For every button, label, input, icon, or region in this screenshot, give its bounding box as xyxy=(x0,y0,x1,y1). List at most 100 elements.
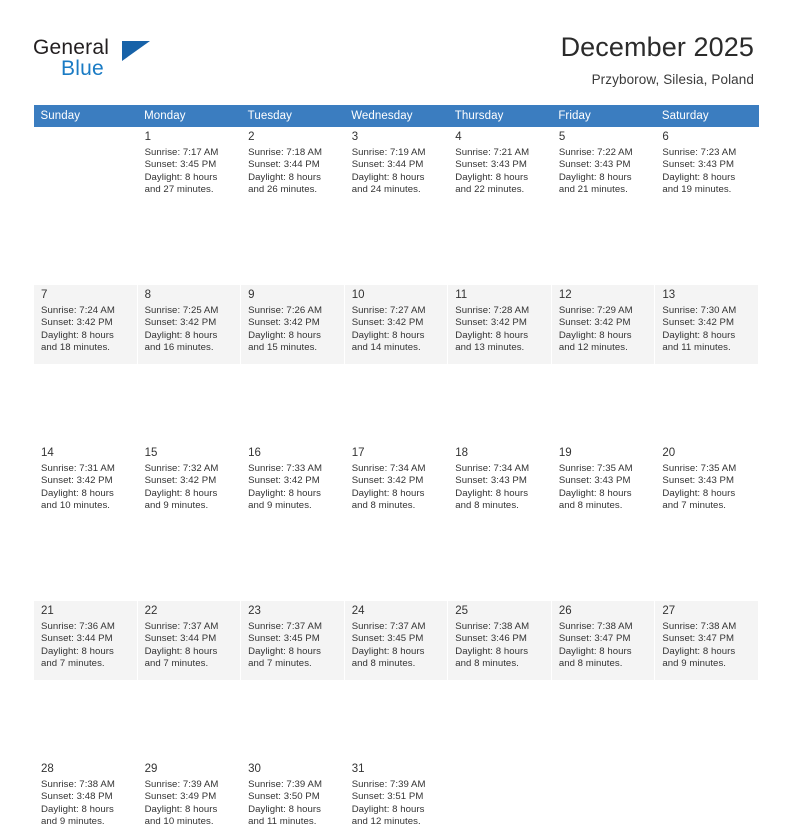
calendar-day-cell[interactable]: 17 Sunrise: 7:34 AM Sunset: 3:42 PM Dayligh… xyxy=(343,443,449,522)
sunset-text: Sunset: 3:42 PM xyxy=(558,317,631,329)
calendar-day-cell[interactable]: 23 Sunrise: 7:37 AM Sunset: 3:45 PM Dayligh… xyxy=(240,601,345,680)
calendar-day-cell[interactable]: 15 Sunrise: 7:32 AM Sunset: 3:42 PM Dayligh… xyxy=(136,443,242,522)
sunrise-text: Sunrise: 7:35 AM xyxy=(662,463,737,474)
calendar-day-cell[interactable]: 24 Sunrise: 7:37 AM Sunset: 3:45 PM Dayligh… xyxy=(343,601,449,680)
weekday-header-thursday: Thursday xyxy=(447,105,552,127)
sunset-text: Sunset: 3:47 PM xyxy=(662,633,735,645)
day-sun-info: Sunrise: 7:32 AM Sunset: 3:42 PM Daylight:… xyxy=(145,463,236,512)
calendar-day-cell[interactable]: 22 Sunrise: 7:37 AM Sunset: 3:44 PM Dayligh… xyxy=(136,601,242,680)
daylight-text-line1: Daylight: 8 hours xyxy=(41,645,114,657)
sunrise-text: Sunrise: 7:38 AM xyxy=(662,621,737,632)
day-sun-info: Sunrise: 7:38 AM Sunset: 3:46 PM Daylight:… xyxy=(455,621,546,670)
daylight-text-line2: and 22 minutes. xyxy=(455,183,525,195)
day-cell-inner: 10 Sunrise: 7:27 AM Sunset: 3:42 PM Dayligh… xyxy=(345,285,448,364)
week-separator-line xyxy=(33,522,759,601)
calendar-day-cell[interactable]: 11 Sunrise: 7:28 AM Sunset: 3:42 PM Dayligh… xyxy=(447,285,552,364)
daylight-text-line1: Daylight: 8 hours xyxy=(558,171,632,183)
day-sun-info: Sunrise: 7:27 AM Sunset: 3:42 PM Daylight:… xyxy=(352,305,443,354)
calendar-day-cell[interactable]: 19 Sunrise: 7:35 AM Sunset: 3:43 PM Dayligh… xyxy=(550,443,656,522)
daylight-text-line1: Daylight: 8 hours xyxy=(351,329,425,341)
calendar-day-cell[interactable]: 4 Sunrise: 7:21 AM Sunset: 3:43 PM Daylight… xyxy=(447,127,552,206)
day-number: 18 xyxy=(455,447,469,459)
daylight-text-line1: Daylight: 8 hours xyxy=(662,487,736,499)
day-cell-inner: 21 Sunrise: 7:36 AM Sunset: 3:44 PM Dayligh… xyxy=(34,601,137,680)
calendar-day-cell[interactable]: 31 Sunrise: 7:39 AM Sunset: 3:51 PM Dayligh… xyxy=(343,759,449,838)
calendar-day-cell[interactable]: 14 Sunrise: 7:31 AM Sunset: 3:42 PM Dayligh… xyxy=(33,443,138,522)
day-number: 15 xyxy=(144,447,158,459)
calendar-day-cell[interactable]: 29 Sunrise: 7:39 AM Sunset: 3:49 PM Dayligh… xyxy=(136,759,242,838)
calendar-day-cell[interactable]: 2 Sunrise: 7:18 AM Sunset: 3:44 PM Daylight… xyxy=(240,127,345,206)
day-cell-inner: 4 Sunrise: 7:21 AM Sunset: 3:43 PM Daylight… xyxy=(448,127,551,206)
brand-name-blue: Blue xyxy=(61,57,104,80)
calendar-day-cell[interactable]: 5 Sunrise: 7:22 AM Sunset: 3:43 PM Daylight… xyxy=(550,127,656,206)
calendar-day-cell[interactable]: 8 Sunrise: 7:25 AM Sunset: 3:42 PM Daylight… xyxy=(136,285,242,364)
weekday-header-sunday: Sunday xyxy=(33,105,138,127)
daylight-text-line1: Daylight: 8 hours xyxy=(144,329,218,341)
day-sun-info: Sunrise: 7:37 AM Sunset: 3:45 PM Daylight:… xyxy=(352,621,443,670)
sunrise-text: Sunrise: 7:32 AM xyxy=(144,463,219,474)
daylight-text-line1: Daylight: 8 hours xyxy=(144,487,218,499)
day-number: 1 xyxy=(144,131,151,143)
day-number: 2 xyxy=(248,131,255,143)
weekday-header-friday: Friday xyxy=(551,105,655,127)
sunrise-text: Sunrise: 7:27 AM xyxy=(351,305,426,316)
sunset-text: Sunset: 3:45 PM xyxy=(351,633,424,645)
calendar-day-cell[interactable]: 7 Sunrise: 7:24 AM Sunset: 3:42 PM Daylight… xyxy=(33,285,138,364)
day-cell-inner xyxy=(552,759,655,838)
daylight-text-line1: Daylight: 8 hours xyxy=(558,487,632,499)
day-sun-info: Sunrise: 7:36 AM Sunset: 3:44 PM Daylight:… xyxy=(41,621,132,670)
sunset-text: Sunset: 3:42 PM xyxy=(662,317,735,329)
day-sun-info: Sunrise: 7:34 AM Sunset: 3:43 PM Daylight:… xyxy=(455,463,546,512)
week-separator-line xyxy=(33,680,759,759)
sunset-text: Sunset: 3:45 PM xyxy=(144,159,217,171)
page-title: December 2025 xyxy=(560,32,754,62)
day-sun-info: Sunrise: 7:22 AM Sunset: 3:43 PM Daylight:… xyxy=(559,147,650,196)
day-sun-info: Sunrise: 7:35 AM Sunset: 3:43 PM Daylight:… xyxy=(662,463,753,512)
daylight-text-line2: and 7 minutes. xyxy=(248,657,312,669)
day-cell-inner: 24 Sunrise: 7:37 AM Sunset: 3:45 PM Dayligh… xyxy=(345,601,448,680)
daylight-text-line1: Daylight: 8 hours xyxy=(248,645,321,657)
calendar-day-cell[interactable]: 10 Sunrise: 7:27 AM Sunset: 3:42 PM Dayligh… xyxy=(343,285,449,364)
day-cell-inner: 11 Sunrise: 7:28 AM Sunset: 3:42 PM Dayligh… xyxy=(448,285,551,364)
week-separator-line xyxy=(33,206,759,285)
calendar-day-cell[interactable]: 6 Sunrise: 7:23 AM Sunset: 3:43 PM Daylight… xyxy=(654,127,759,206)
calendar-day-cell[interactable]: 26 Sunrise: 7:38 AM Sunset: 3:47 PM Dayligh… xyxy=(550,601,656,680)
day-cell-inner: 22 Sunrise: 7:37 AM Sunset: 3:44 PM Dayligh… xyxy=(138,601,241,680)
calendar-empty-cell xyxy=(550,759,656,838)
day-cell-inner: 1 Sunrise: 7:17 AM Sunset: 3:45 PM Daylight… xyxy=(138,127,241,206)
day-number: 8 xyxy=(144,289,151,301)
day-sun-info: Sunrise: 7:31 AM Sunset: 3:42 PM Daylight:… xyxy=(41,463,132,512)
page-header: General Blue December 2025 Przyborow, Si… xyxy=(0,0,792,104)
calendar-day-cell[interactable]: 12 Sunrise: 7:29 AM Sunset: 3:42 PM Dayligh… xyxy=(550,285,656,364)
calendar-empty-cell xyxy=(447,759,552,838)
calendar-day-cell[interactable]: 18 Sunrise: 7:34 AM Sunset: 3:43 PM Dayligh… xyxy=(447,443,552,522)
daylight-text-line2: and 15 minutes. xyxy=(248,341,318,353)
sunrise-text: Sunrise: 7:35 AM xyxy=(558,463,633,474)
day-cell-inner: 18 Sunrise: 7:34 AM Sunset: 3:43 PM Dayligh… xyxy=(448,443,551,522)
calendar-day-cell[interactable]: 28 Sunrise: 7:38 AM Sunset: 3:48 PM Dayligh… xyxy=(33,759,138,838)
calendar-day-cell[interactable]: 13 Sunrise: 7:30 AM Sunset: 3:42 PM Dayligh… xyxy=(654,285,759,364)
calendar-day-cell[interactable]: 21 Sunrise: 7:36 AM Sunset: 3:44 PM Dayligh… xyxy=(33,601,138,680)
sunset-text: Sunset: 3:42 PM xyxy=(144,317,217,329)
day-cell-inner: 20 Sunrise: 7:35 AM Sunset: 3:43 PM Dayligh… xyxy=(655,443,758,522)
day-sun-info: Sunrise: 7:38 AM Sunset: 3:47 PM Daylight:… xyxy=(662,621,753,670)
sunrise-text: Sunrise: 7:37 AM xyxy=(351,621,426,632)
calendar-day-cell[interactable]: 25 Sunrise: 7:38 AM Sunset: 3:46 PM Dayligh… xyxy=(447,601,552,680)
day-number: 17 xyxy=(351,447,365,459)
calendar-day-cell[interactable]: 20 Sunrise: 7:35 AM Sunset: 3:43 PM Dayligh… xyxy=(654,443,759,522)
calendar-empty-cell xyxy=(654,759,759,838)
sunrise-text: Sunrise: 7:36 AM xyxy=(41,621,115,632)
daylight-text-line1: Daylight: 8 hours xyxy=(455,487,529,499)
sunset-text: Sunset: 3:48 PM xyxy=(41,791,113,803)
day-cell-inner: 25 Sunrise: 7:38 AM Sunset: 3:46 PM Dayligh… xyxy=(448,601,551,680)
calendar-week-row: 7 Sunrise: 7:24 AM Sunset: 3:42 PM Daylight… xyxy=(33,285,759,364)
calendar-day-cell[interactable]: 30 Sunrise: 7:39 AM Sunset: 3:50 PM Dayligh… xyxy=(240,759,345,838)
calendar-day-cell[interactable]: 9 Sunrise: 7:26 AM Sunset: 3:42 PM Daylight… xyxy=(240,285,345,364)
day-sun-info: Sunrise: 7:21 AM Sunset: 3:43 PM Daylight:… xyxy=(455,147,546,196)
calendar-day-cell[interactable]: 3 Sunrise: 7:19 AM Sunset: 3:44 PM Daylight… xyxy=(343,127,449,206)
daylight-text-line2: and 21 minutes. xyxy=(558,183,628,195)
calendar-day-cell[interactable]: 27 Sunrise: 7:38 AM Sunset: 3:47 PM Dayligh… xyxy=(654,601,759,680)
brand-logo[interactable]: General Blue xyxy=(33,36,173,84)
calendar-day-cell[interactable]: 16 Sunrise: 7:33 AM Sunset: 3:42 PM Dayligh… xyxy=(240,443,345,522)
calendar-day-cell[interactable]: 1 Sunrise: 7:17 AM Sunset: 3:45 PM Daylight… xyxy=(136,127,242,206)
